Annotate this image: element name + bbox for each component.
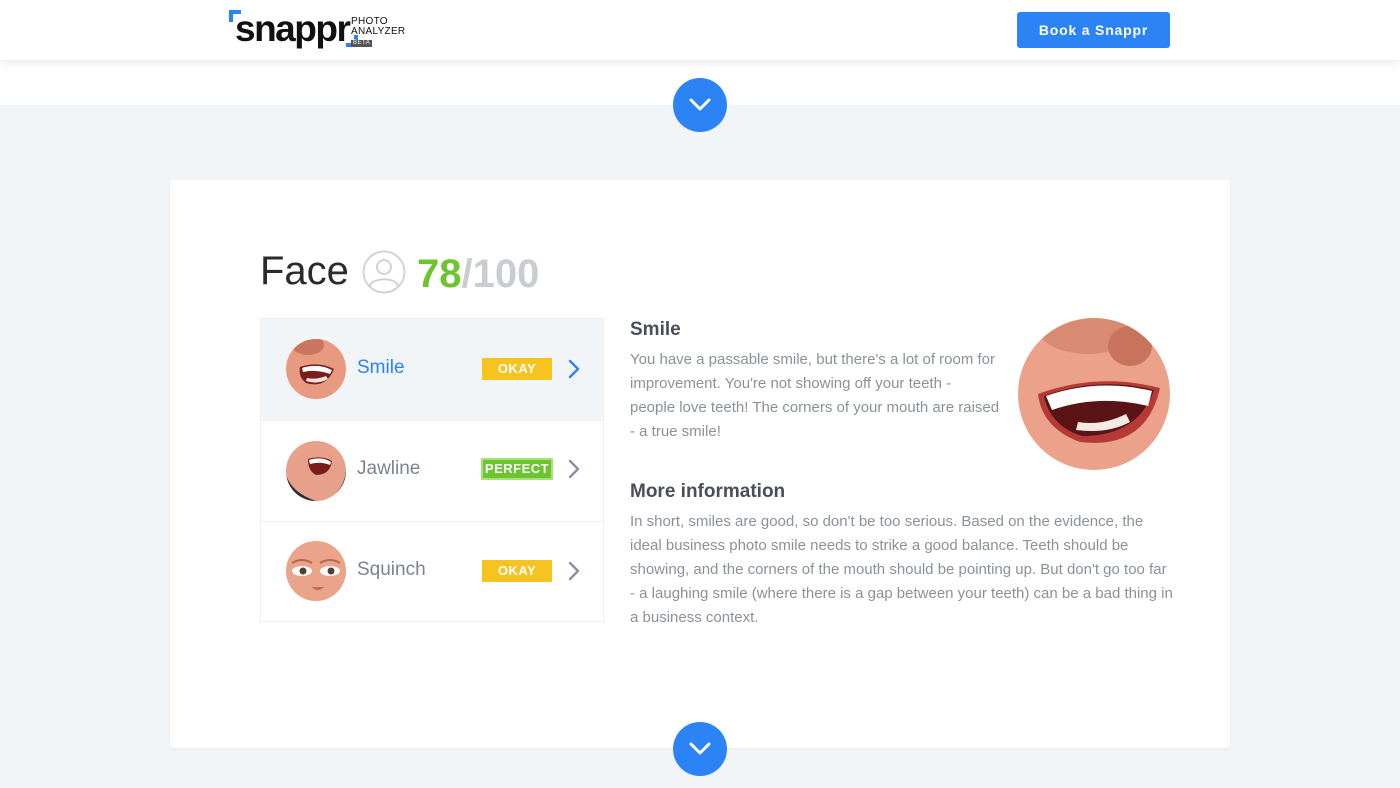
feature-row-smile[interactable]: Smile OKAY [261,319,603,421]
feature-label-squinch: Squinch [357,559,426,580]
feature-list: Smile OKAY Jawline PERFECT Squinch OKAY [260,318,604,622]
face-analysis-card: Face 78/100 Smile OKAY Jawline PERFECT S… [170,180,1230,748]
logo-wordmark: snappr [235,8,351,49]
face-score: 78/100 [417,250,539,298]
site-header: snappr PHOTO ANALYZER BETA Book a Snappr [0,0,1400,60]
section-title: Face [260,249,349,293]
feature-row-squinch[interactable]: Squinch OKAY [261,521,603,622]
status-badge-squinch: OKAY [482,560,552,582]
chevron-right-icon [568,359,580,379]
feature-label-smile: Smile [357,357,405,378]
logo-subtitle: PHOTO ANALYZER [351,17,405,37]
scroll-down-button-bottom[interactable] [673,722,727,776]
feature-label-jawline: Jawline [357,458,421,479]
squinch-thumbnail [286,541,346,601]
user-icon [362,250,406,294]
chevron-down-icon [689,98,711,111]
jawline-thumbnail [286,441,346,501]
status-badge-smile: OKAY [482,358,552,380]
book-a-snappr-button[interactable]: Book a Snappr [1017,12,1170,48]
logo-subtitle-analyzer: ANALYZER [351,26,406,37]
more-info-heading: More information [630,481,786,502]
chevron-right-icon [568,459,580,479]
scroll-down-button-top[interactable] [673,78,727,132]
score-max: /100 [461,252,540,296]
beta-badge: BETA [351,40,373,47]
smile-thumbnail [286,339,346,399]
feature-row-jawline[interactable]: Jawline PERFECT [261,420,603,522]
chevron-down-icon [689,742,711,755]
status-badge-jawline: PERFECT [481,458,553,480]
more-info-body: In short, smiles are good, so don't be t… [630,513,1173,626]
detail-body: You have a passable smile, but there's a… [630,351,1000,440]
smile-photo [1018,318,1170,470]
detail-heading: Smile [630,319,681,340]
chevron-right-icon [568,561,580,581]
score-value: 78 [417,252,462,296]
